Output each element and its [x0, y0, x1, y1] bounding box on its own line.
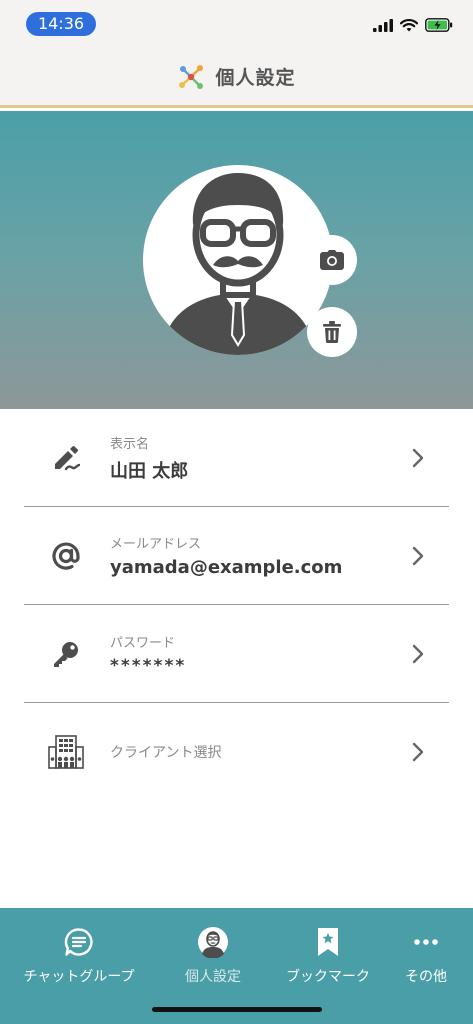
settings-list: 表示名 山田 太郎 メールアドレス yamada@example.com パスワ…	[0, 409, 473, 801]
chevron-right-icon	[412, 448, 424, 467]
password-text: パスワード *******	[110, 605, 186, 702]
email-label: メールアドレス	[110, 537, 202, 552]
app-header: 個人設定	[0, 48, 473, 108]
display-name-label: 表示名	[110, 436, 150, 452]
password-label: パスワード	[110, 635, 176, 651]
building-icon	[48, 734, 84, 770]
nav-chat-group-label: チャットグループ	[23, 969, 135, 985]
client-select-label: クライアント選択	[110, 745, 222, 761]
password-value: *******	[110, 655, 187, 676]
more-icon	[413, 926, 439, 958]
nav-bookmark[interactable]: ブックマーク	[284, 926, 372, 986]
signal-icon	[373, 18, 393, 32]
delete-photo-button[interactable]	[307, 307, 357, 357]
screen: 14:36 個人設定 表示名 山田 太郎 メールアドレス yamada@exam…	[0, 0, 473, 1024]
nav-personal-settings[interactable]: 個人設定	[180, 926, 246, 986]
avatar-illustration-icon	[161, 173, 315, 355]
chevron-right-icon	[412, 546, 424, 565]
list-item-display-name[interactable]: 表示名 山田 太郎	[24, 409, 449, 507]
bookmark-icon	[317, 926, 339, 958]
nav-chat-group[interactable]: チャットグループ	[20, 926, 138, 986]
nav-personal-settings-label: 個人設定	[185, 969, 241, 985]
app-logo-icon	[179, 64, 204, 89]
chat-icon	[64, 926, 94, 958]
at-sign-icon	[48, 538, 84, 574]
status-icons	[373, 18, 453, 32]
avatar-icon	[197, 926, 229, 958]
list-item-password[interactable]: パスワード *******	[24, 605, 449, 703]
profile-hero	[0, 111, 473, 409]
nav-more[interactable]: その他	[400, 926, 452, 986]
profile-avatar[interactable]	[143, 165, 333, 355]
home-indicator	[152, 1007, 322, 1012]
list-item-client-select[interactable]: クライアント選択	[24, 703, 449, 801]
chevron-right-icon	[412, 644, 424, 663]
display-name-text: 表示名 山田 太郎	[110, 409, 188, 506]
key-icon	[48, 636, 84, 672]
pencil-icon	[48, 440, 84, 476]
client-select-text: クライアント選択	[110, 703, 221, 801]
email-value: yamada@example.com	[110, 557, 343, 578]
email-text: メールアドレス yamada@example.com	[110, 507, 342, 604]
display-name-value: 山田 太郎	[110, 460, 189, 482]
battery-icon	[425, 18, 453, 32]
page-title: 個人設定	[215, 67, 296, 89]
nav-more-label: その他	[405, 969, 447, 985]
chevron-right-icon	[412, 742, 424, 762]
list-item-email[interactable]: メールアドレス yamada@example.com	[24, 507, 449, 605]
status-time: 14:36	[26, 12, 96, 36]
trash-icon	[323, 321, 341, 343]
nav-bookmark-label: ブックマーク	[286, 969, 370, 985]
wifi-icon	[400, 18, 418, 31]
camera-icon	[320, 250, 344, 270]
change-photo-button[interactable]	[307, 235, 357, 285]
status-bar: 14:36	[0, 0, 473, 48]
